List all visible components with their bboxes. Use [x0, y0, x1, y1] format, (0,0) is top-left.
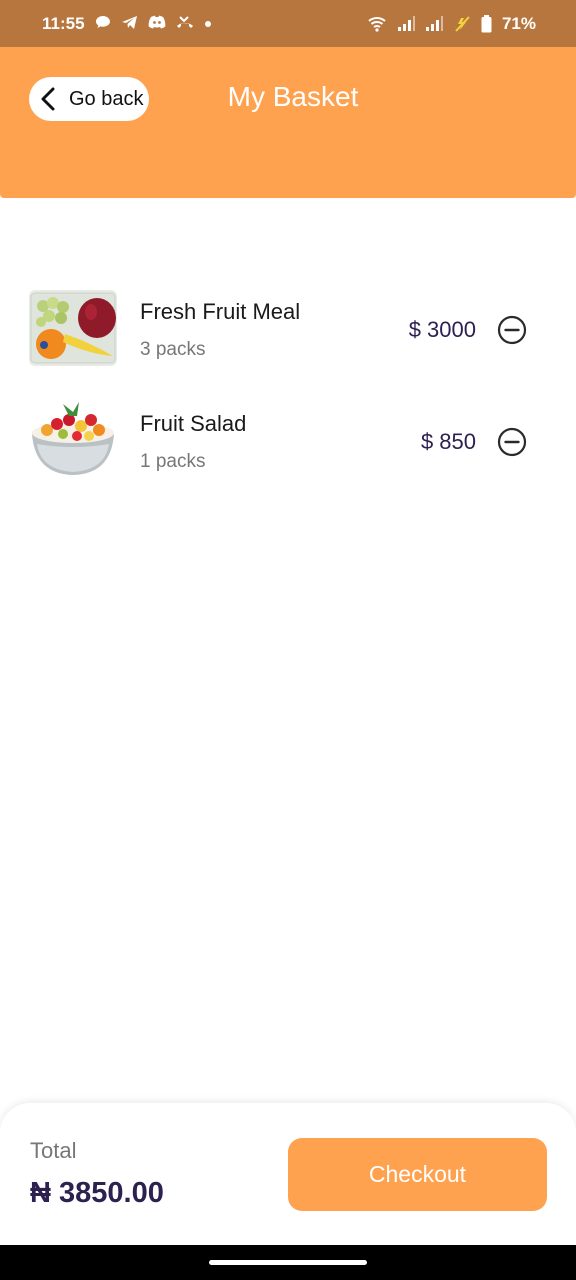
status-right: 71% — [367, 14, 536, 34]
item-price: $ 3000 — [408, 317, 476, 342]
missed-call-icon — [176, 15, 194, 32]
signal-icon — [397, 15, 415, 32]
fruit-meal-image — [29, 290, 117, 366]
item-name: Fruit Salad — [140, 411, 247, 436]
basket-item: Fruit Salad 1 packs $ 850 — [0, 380, 576, 492]
battery-icon — [481, 14, 492, 33]
navigation-bar — [0, 1245, 576, 1280]
telegram-icon — [121, 15, 138, 33]
home-indicator[interactable] — [209, 1260, 367, 1265]
minus-circle-icon — [497, 427, 527, 457]
checkout-panel: Total ₦ 3850.00 Checkout — [0, 1103, 576, 1245]
status-time: 11:55 — [42, 13, 85, 33]
total-label: Total — [30, 1138, 77, 1163]
chat-icon — [95, 15, 111, 32]
checkout-button[interactable]: Checkout — [288, 1138, 547, 1211]
charging-icon — [453, 15, 471, 32]
item-quantity: 3 packs — [140, 339, 206, 360]
battery-percent: 71% — [501, 13, 536, 33]
item-quantity: 1 packs — [140, 451, 206, 472]
basket-item: Fresh Fruit Meal 3 packs $ 3000 — [0, 268, 576, 380]
status-bar: 11:55 71% — [0, 0, 576, 47]
discord-icon — [148, 15, 166, 32]
signal-icon-2 — [425, 15, 443, 32]
item-price: $ 850 — [420, 429, 476, 454]
wifi-icon — [367, 16, 387, 32]
header: Go back My Basket — [0, 47, 576, 198]
status-left: 11:55 — [42, 14, 212, 34]
basket-list: Fresh Fruit Meal 3 packs $ 3000 Fruit Sa… — [0, 268, 576, 492]
total-value: ₦ 3850.00 — [30, 1177, 164, 1209]
fruit-salad-image — [29, 400, 117, 480]
remove-item-button[interactable] — [497, 315, 527, 345]
page-title: My Basket — [227, 81, 359, 112]
item-name: Fresh Fruit Meal — [140, 299, 301, 324]
minus-circle-icon — [497, 315, 527, 345]
dot-icon — [204, 16, 212, 31]
remove-item-button[interactable] — [497, 427, 527, 457]
